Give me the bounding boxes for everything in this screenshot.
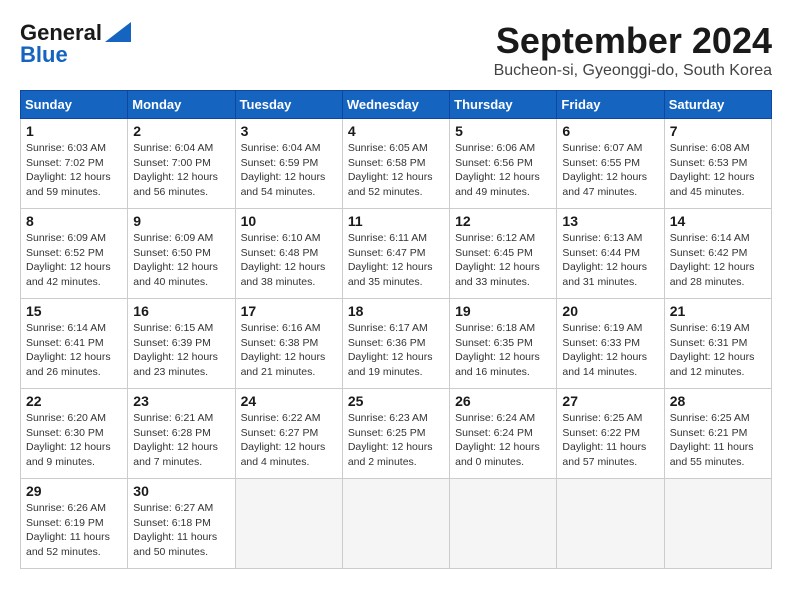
calendar-day-24: 24Sunrise: 6:22 AMSunset: 6:27 PMDayligh… [235,389,342,479]
calendar-day-22: 22Sunrise: 6:20 AMSunset: 6:30 PMDayligh… [21,389,128,479]
calendar-day-15: 15Sunrise: 6:14 AMSunset: 6:41 PMDayligh… [21,299,128,389]
calendar-header-friday: Friday [557,91,664,119]
calendar-header-tuesday: Tuesday [235,91,342,119]
calendar-day-25: 25Sunrise: 6:23 AMSunset: 6:25 PMDayligh… [342,389,449,479]
location: Bucheon-si, Gyeonggi-do, South Korea [494,62,772,80]
calendar-day-2: 2Sunrise: 6:04 AMSunset: 7:00 PMDaylight… [128,119,235,209]
calendar-day-20: 20Sunrise: 6:19 AMSunset: 6:33 PMDayligh… [557,299,664,389]
calendar-week-row: 29Sunrise: 6:26 AMSunset: 6:19 PMDayligh… [21,479,772,569]
calendar-day-empty [342,479,449,569]
calendar-day-18: 18Sunrise: 6:17 AMSunset: 6:36 PMDayligh… [342,299,449,389]
calendar-header-wednesday: Wednesday [342,91,449,119]
calendar-day-21: 21Sunrise: 6:19 AMSunset: 6:31 PMDayligh… [664,299,771,389]
calendar-day-19: 19Sunrise: 6:18 AMSunset: 6:35 PMDayligh… [450,299,557,389]
calendar-day-13: 13Sunrise: 6:13 AMSunset: 6:44 PMDayligh… [557,209,664,299]
month-title: September 2024 [494,20,772,62]
calendar-day-26: 26Sunrise: 6:24 AMSunset: 6:24 PMDayligh… [450,389,557,479]
calendar-day-6: 6Sunrise: 6:07 AMSunset: 6:55 PMDaylight… [557,119,664,209]
title-section: September 2024 Bucheon-si, Gyeonggi-do, … [494,20,772,80]
calendar-day-empty [557,479,664,569]
calendar-day-14: 14Sunrise: 6:14 AMSunset: 6:42 PMDayligh… [664,209,771,299]
calendar-day-5: 5Sunrise: 6:06 AMSunset: 6:56 PMDaylight… [450,119,557,209]
calendar-week-row: 8Sunrise: 6:09 AMSunset: 6:52 PMDaylight… [21,209,772,299]
calendar-day-27: 27Sunrise: 6:25 AMSunset: 6:22 PMDayligh… [557,389,664,479]
calendar-day-3: 3Sunrise: 6:04 AMSunset: 6:59 PMDaylight… [235,119,342,209]
calendar-table: SundayMondayTuesdayWednesdayThursdayFrid… [20,90,772,569]
calendar-day-4: 4Sunrise: 6:05 AMSunset: 6:58 PMDaylight… [342,119,449,209]
calendar-header-saturday: Saturday [664,91,771,119]
calendar-day-12: 12Sunrise: 6:12 AMSunset: 6:45 PMDayligh… [450,209,557,299]
calendar-day-empty [664,479,771,569]
calendar-day-23: 23Sunrise: 6:21 AMSunset: 6:28 PMDayligh… [128,389,235,479]
logo: General Blue [20,20,131,68]
calendar-week-row: 15Sunrise: 6:14 AMSunset: 6:41 PMDayligh… [21,299,772,389]
calendar-week-row: 22Sunrise: 6:20 AMSunset: 6:30 PMDayligh… [21,389,772,479]
calendar-day-28: 28Sunrise: 6:25 AMSunset: 6:21 PMDayligh… [664,389,771,479]
page-header: General Blue September 2024 Bucheon-si, … [20,20,772,80]
calendar-header-monday: Monday [128,91,235,119]
calendar-day-7: 7Sunrise: 6:08 AMSunset: 6:53 PMDaylight… [664,119,771,209]
calendar-day-30: 30Sunrise: 6:27 AMSunset: 6:18 PMDayligh… [128,479,235,569]
logo-blue: Blue [20,42,68,68]
logo-icon [105,22,131,42]
calendar-day-empty [450,479,557,569]
calendar-day-16: 16Sunrise: 6:15 AMSunset: 6:39 PMDayligh… [128,299,235,389]
calendar-day-9: 9Sunrise: 6:09 AMSunset: 6:50 PMDaylight… [128,209,235,299]
calendar-week-row: 1Sunrise: 6:03 AMSunset: 7:02 PMDaylight… [21,119,772,209]
calendar-header-row: SundayMondayTuesdayWednesdayThursdayFrid… [21,91,772,119]
calendar-header-thursday: Thursday [450,91,557,119]
calendar-day-11: 11Sunrise: 6:11 AMSunset: 6:47 PMDayligh… [342,209,449,299]
calendar-day-29: 29Sunrise: 6:26 AMSunset: 6:19 PMDayligh… [21,479,128,569]
calendar-day-8: 8Sunrise: 6:09 AMSunset: 6:52 PMDaylight… [21,209,128,299]
calendar-day-17: 17Sunrise: 6:16 AMSunset: 6:38 PMDayligh… [235,299,342,389]
calendar-day-1: 1Sunrise: 6:03 AMSunset: 7:02 PMDaylight… [21,119,128,209]
calendar-header-sunday: Sunday [21,91,128,119]
calendar-day-empty [235,479,342,569]
calendar-day-10: 10Sunrise: 6:10 AMSunset: 6:48 PMDayligh… [235,209,342,299]
